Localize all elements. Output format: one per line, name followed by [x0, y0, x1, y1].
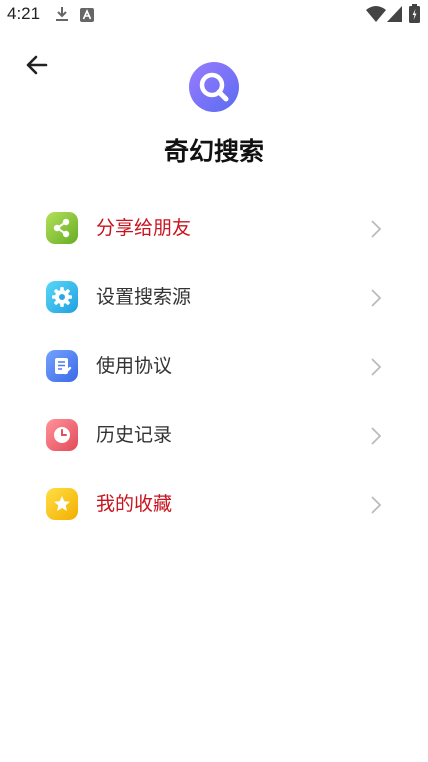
menu-item-label: 我的收藏	[96, 493, 173, 515]
clock-icon	[46, 419, 78, 451]
menu-item-label: 分享给朋友	[96, 217, 192, 239]
menu-item-share[interactable]: 分享给朋友	[0, 194, 428, 263]
chevron-right-icon	[371, 496, 382, 514]
settings-gear-icon	[46, 281, 78, 313]
search-logo-icon	[189, 62, 239, 112]
chevron-right-icon	[371, 289, 382, 307]
menu-item-history[interactable]: 历史记录	[0, 401, 428, 470]
menu-item-favorites[interactable]: 我的收藏	[0, 470, 428, 539]
star-icon	[46, 488, 78, 520]
app-title: 奇幻搜索	[163, 137, 264, 166]
menu-list: 分享给朋友 设置搜索源 使用协议 历史记录 我的收藏	[0, 194, 428, 539]
arrow-left-icon	[26, 55, 48, 75]
share-icon	[46, 212, 78, 244]
menu-item-label: 设置搜索源	[96, 286, 192, 308]
document-edit-icon	[46, 350, 78, 382]
app-logo	[189, 62, 239, 112]
a-badge-icon	[80, 7, 94, 26]
menu-item-label: 使用协议	[96, 355, 173, 377]
chevron-right-icon	[371, 220, 382, 238]
signal-icon	[387, 6, 402, 26]
menu-item-label: 历史记录	[96, 424, 173, 446]
battery-icon	[409, 4, 420, 27]
chevron-right-icon	[371, 427, 382, 445]
download-icon	[55, 6, 69, 26]
menu-item-user-agreement[interactable]: 使用协议	[0, 332, 428, 401]
status-time: 4:21	[7, 4, 41, 23]
menu-item-search-source[interactable]: 设置搜索源	[0, 263, 428, 332]
chevron-right-icon	[371, 358, 382, 376]
wifi-icon	[366, 6, 386, 26]
status-bar: 4:21	[0, 0, 428, 30]
back-button[interactable]	[20, 48, 54, 82]
